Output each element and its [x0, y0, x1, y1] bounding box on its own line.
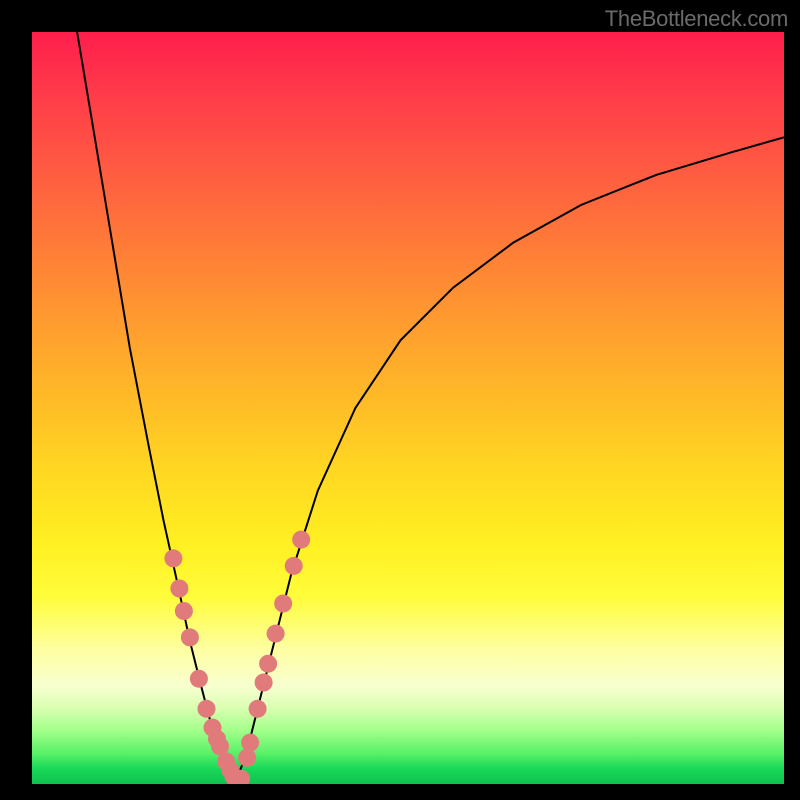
- data-marker: [255, 674, 273, 692]
- data-marker: [190, 670, 208, 688]
- data-marker: [170, 580, 188, 598]
- data-marker: [249, 700, 267, 718]
- data-marker: [267, 625, 285, 643]
- data-marker: [259, 655, 277, 673]
- data-marker: [292, 531, 310, 549]
- data-marker: [285, 557, 303, 575]
- marker-group: [164, 531, 310, 784]
- data-marker: [181, 628, 199, 646]
- chart-plot-area: [32, 32, 784, 784]
- data-marker: [274, 595, 292, 613]
- data-marker: [238, 749, 256, 767]
- data-marker: [198, 700, 216, 718]
- right-branch-curve: [235, 137, 784, 784]
- left-branch-curve: [77, 32, 235, 784]
- watermark-text: TheBottleneck.com: [605, 6, 788, 32]
- curve-svg: [32, 32, 784, 784]
- data-marker: [241, 734, 259, 752]
- data-marker: [175, 602, 193, 620]
- data-marker: [164, 549, 182, 567]
